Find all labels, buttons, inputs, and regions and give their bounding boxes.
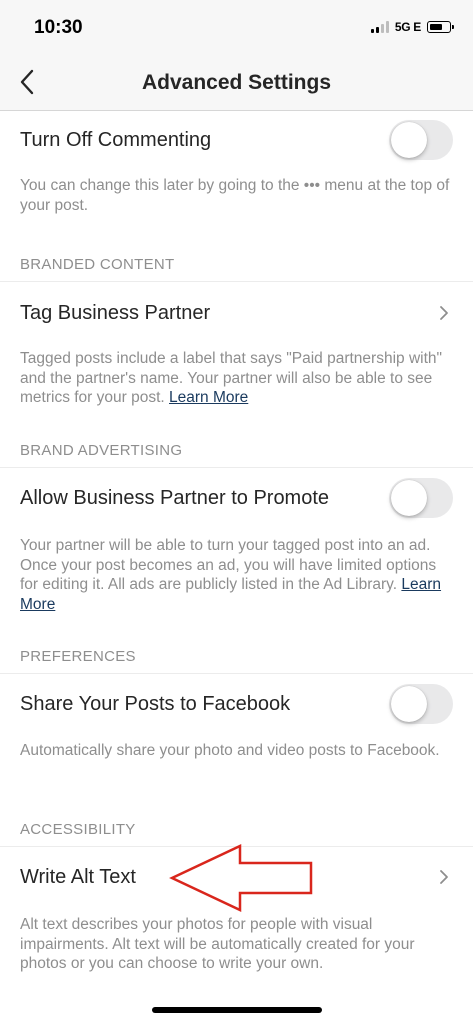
- divider: [0, 281, 473, 282]
- section-header-accessibility: ACCESSIBILITY: [20, 821, 136, 838]
- divider: [0, 467, 473, 468]
- turn-off-commenting-toggle[interactable]: [389, 120, 453, 160]
- tag-business-partner-label: Tag Business Partner: [20, 301, 211, 324]
- status-bar: 10:30 5G E: [0, 0, 473, 56]
- divider: [0, 673, 473, 674]
- battery-icon: [427, 21, 454, 33]
- allow-partner-promote-label: Allow Business Partner to Promote: [20, 486, 330, 509]
- toggle-knob: [391, 480, 427, 516]
- allow-partner-promote-toggle[interactable]: [389, 478, 453, 518]
- red-arrow-annotation-icon: [169, 844, 313, 912]
- section-header-branded-content: BRANDED CONTENT: [20, 256, 175, 273]
- toggle-knob: [391, 122, 427, 158]
- status-indicators: 5G E: [370, 20, 454, 34]
- turn-off-commenting-row: Turn Off Commenting: [0, 112, 473, 168]
- tag-business-partner-row[interactable]: Tag Business Partner: [0, 285, 473, 341]
- share-to-facebook-toggle[interactable]: [389, 684, 453, 724]
- section-header-preferences: PREFERENCES: [20, 648, 136, 665]
- page-title: Advanced Settings: [141, 71, 332, 94]
- tag-business-partner-description: Tagged posts include a label that says "…: [20, 349, 455, 408]
- network-type: 5G E: [394, 20, 421, 34]
- share-to-facebook-row: Share Your Posts to Facebook: [0, 676, 473, 732]
- home-indicator[interactable]: [152, 1007, 322, 1013]
- chevron-right-icon: [440, 870, 448, 884]
- learn-more-link[interactable]: Learn More: [169, 389, 248, 406]
- write-alt-text-label: Write Alt Text: [20, 865, 136, 888]
- navigation-bar: Advanced Settings: [0, 56, 473, 111]
- turn-off-commenting-description: You can change this later by going to th…: [20, 177, 450, 214]
- signal-strength-icon: [370, 21, 389, 33]
- write-alt-text-description: Alt text describes your photos for peopl…: [20, 916, 415, 972]
- section-header-brand-advertising: BRAND ADVERTISING: [20, 442, 183, 459]
- share-to-facebook-label: Share Your Posts to Facebook: [20, 692, 291, 715]
- allow-partner-promote-description-text: Your partner will be able to turn your t…: [20, 537, 437, 593]
- status-time: 10:30: [34, 17, 83, 38]
- allow-partner-promote-row: Allow Business Partner to Promote: [0, 470, 473, 526]
- chevron-right-icon: [440, 306, 448, 320]
- allow-partner-promote-description: Your partner will be able to turn your t…: [20, 536, 455, 614]
- turn-off-commenting-label: Turn Off Commenting: [20, 128, 212, 151]
- share-to-facebook-description: Automatically share your photo and video…: [20, 742, 440, 759]
- toggle-knob: [391, 686, 427, 722]
